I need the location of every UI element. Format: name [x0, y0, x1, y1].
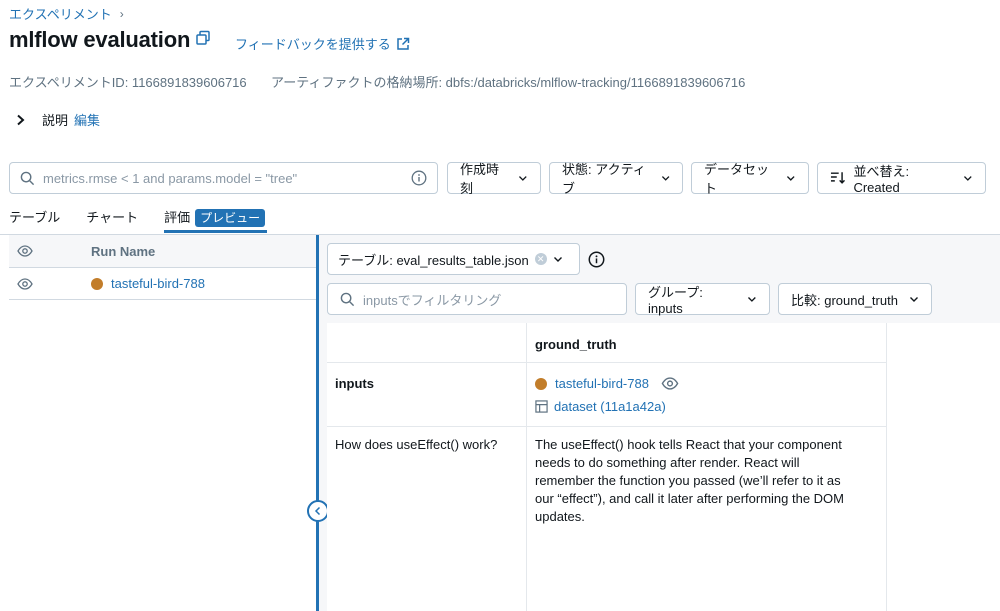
- feedback-link[interactable]: フィードバックを提供する: [235, 34, 410, 53]
- sort-dropdown[interactable]: 並べ替え: Created: [817, 162, 986, 195]
- corner-cell: [327, 323, 527, 363]
- table-row: tasteful-bird-788: [9, 268, 318, 300]
- description-edit-link[interactable]: 編集: [74, 110, 100, 129]
- run-name-column-header[interactable]: Run Name: [91, 244, 155, 259]
- chevron-down-icon: [964, 176, 973, 181]
- dataset-label: データセット: [704, 162, 770, 196]
- eye-icon[interactable]: [17, 277, 33, 290]
- chevron-down-icon: [748, 297, 757, 302]
- runs-table-header: Run Name: [9, 235, 318, 268]
- sort-label: 並べ替え: Created: [853, 164, 910, 195]
- dataset-dropdown[interactable]: データセット: [691, 162, 809, 196]
- inputs-filter-input[interactable]: inputsでフィルタリング: [327, 283, 627, 315]
- created-time-label: 作成時刻: [460, 162, 500, 196]
- row-header-inputs: inputs: [327, 363, 527, 427]
- breadcrumb: エクスペリメント ›: [9, 4, 124, 23]
- runs-table: Run Name tasteful-bird-788: [9, 235, 318, 611]
- output-line: updates.: [535, 509, 585, 524]
- search-icon: [20, 171, 35, 185]
- eye-icon[interactable]: [17, 245, 33, 257]
- copy-icon[interactable]: [195, 30, 211, 46]
- info-icon[interactable]: [588, 251, 605, 268]
- output-line: our “effect”), and call it later after p…: [535, 491, 844, 506]
- chevron-down-icon: [553, 257, 562, 262]
- clear-icon[interactable]: ✕: [534, 253, 547, 265]
- group-by-dropdown[interactable]: グループ: inputs: [635, 283, 770, 316]
- table-icon: [535, 400, 548, 413]
- input-cell: How does useEffect() work?: [327, 427, 527, 611]
- description-toggle[interactable]: 説明 編集: [14, 110, 100, 129]
- chevron-down-icon: [787, 176, 796, 181]
- eye-icon[interactable]: [661, 377, 679, 390]
- run-link[interactable]: tasteful-bird-788: [91, 276, 205, 291]
- output-line: needs to do something after render. Reac…: [535, 455, 800, 470]
- search-icon: [340, 292, 355, 306]
- chevron-down-icon: [910, 297, 918, 302]
- group-by-label: グループ: inputs: [648, 285, 703, 316]
- runs-search-input[interactable]: metrics.rmse < 1 and params.model = "tre…: [9, 162, 438, 194]
- output-line: remember the function you passed (we’ll …: [535, 473, 841, 488]
- artifact-location: アーティファクトの格納場所: dbfs:/databricks/mlflow-t…: [271, 75, 746, 90]
- run-header-cell: tasteful-bird-788 dataset (11a1a42a): [527, 363, 887, 427]
- breadcrumb-experiments-link[interactable]: エクスペリメント: [9, 4, 112, 23]
- sort-icon: [830, 172, 845, 184]
- column-header-ground-truth: ground_truth: [527, 323, 887, 363]
- run-name: tasteful-bird-788: [111, 276, 205, 291]
- dataset-link[interactable]: dataset (11a1a42a): [554, 399, 666, 414]
- experiment-id: エクスペリメントID: 1166891839606716: [9, 75, 247, 90]
- tab-evaluation[interactable]: 評価 プレビュー: [164, 209, 268, 233]
- chevron-right-icon: [17, 114, 25, 125]
- chevron-left-icon: [314, 506, 321, 516]
- description-label: 説明: [42, 113, 69, 128]
- collapse-panel-button[interactable]: [307, 500, 329, 522]
- chevron-down-icon: [661, 176, 670, 181]
- tab-evaluation-label: 評価: [164, 210, 191, 225]
- run-color-dot: [91, 277, 103, 290]
- compare-dropdown[interactable]: 比較: ground_truth: [778, 283, 932, 315]
- page-title: mlflow evaluation: [9, 27, 191, 52]
- run-link[interactable]: tasteful-bird-788: [555, 376, 649, 391]
- tab-table[interactable]: テーブル: [9, 209, 60, 233]
- evaluation-table: ground_truth inputs tasteful-bird-788 da…: [327, 323, 1000, 611]
- table-select[interactable]: テーブル: eval_results_table.json ✕: [327, 243, 580, 275]
- tab-chart[interactable]: チャート: [86, 209, 138, 233]
- compare-label: 比較: ground_truth: [791, 292, 898, 308]
- created-time-dropdown[interactable]: 作成時刻: [447, 162, 541, 196]
- feedback-label: フィードバックを提供する: [235, 37, 391, 52]
- filter-placeholder: inputsでフィルタリング: [363, 292, 502, 308]
- panel-resize-handle[interactable]: [316, 235, 319, 611]
- run-header: tasteful-bird-788: [535, 376, 878, 391]
- run-color-dot: [535, 377, 547, 390]
- state-label: 状態: アクティブ: [562, 162, 646, 196]
- chevron-down-icon: [519, 176, 528, 181]
- state-dropdown[interactable]: 状態: アクティブ: [549, 162, 683, 196]
- info-icon[interactable]: [411, 170, 427, 186]
- chevron-right-icon: ›: [119, 6, 124, 21]
- preview-badge: プレビュー: [195, 209, 266, 227]
- search-placeholder: metrics.rmse < 1 and params.model = "tre…: [43, 170, 298, 186]
- output-line: The useEffect() hook tells React that yo…: [535, 437, 842, 452]
- output-cell: The useEffect() hook tells React that yo…: [527, 427, 887, 611]
- external-link-icon: [397, 37, 409, 50]
- dataset-row: dataset (11a1a42a): [535, 399, 878, 414]
- table-select-value: テーブル: eval_results_table.json: [338, 252, 529, 268]
- view-tabs: テーブル チャート 評価 プレビュー: [9, 209, 268, 233]
